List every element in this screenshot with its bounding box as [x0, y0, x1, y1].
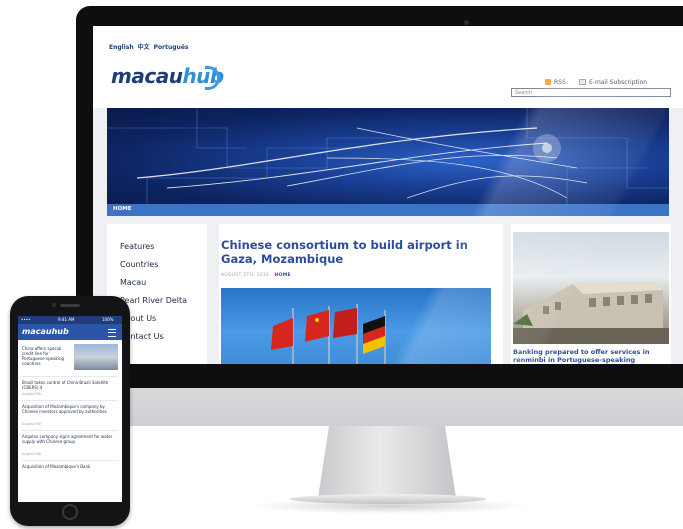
article-title[interactable]: Chinese consortium to build airport in G…: [221, 238, 503, 266]
article-category[interactable]: HOME: [275, 273, 291, 278]
lang-chinese[interactable]: 中文: [138, 44, 150, 51]
nav-home[interactable]: HOME: [113, 206, 132, 212]
imac-stand-base: [290, 494, 486, 504]
email-subscription-link[interactable]: E-mail Subscription: [579, 79, 647, 86]
home-button[interactable]: [62, 504, 78, 520]
phone-list-item[interactable]: Angolan company signs agreement for wate…: [22, 434, 118, 444]
phone-list-item[interactable]: Acquisition of Mozambique's company by C…: [22, 404, 118, 414]
imac-screen: English 中文 Português macauhub RSS E-mail S…: [93, 26, 683, 364]
iphone: •••• 9:41 AM 100% macauhub China offers …: [10, 296, 130, 526]
phone-feature-image: [74, 344, 118, 370]
divider: [22, 376, 118, 377]
divider: [22, 460, 118, 461]
phone-list-date: August 5th: [22, 422, 42, 426]
sidebar-item-pearl-river-delta[interactable]: Pearl River Delta: [120, 296, 187, 305]
imac-stand: [318, 426, 456, 498]
language-bar: English 中文 Português: [109, 42, 192, 51]
menu-icon[interactable]: [108, 329, 116, 337]
phone-feature-title: China offers special credit line for Por…: [22, 346, 65, 366]
status-time: 9:41 AM: [58, 317, 75, 322]
phone-camera: [52, 303, 56, 307]
divider: [22, 430, 118, 431]
phone-list-item[interactable]: Brazil takes control of China-Brazil Sat…: [22, 380, 118, 390]
phone-list-item[interactable]: Acquisition of Mozambique's Bank: [22, 464, 118, 469]
sidebar-item-macau[interactable]: Macau: [120, 278, 146, 287]
main-nav: HOME: [107, 204, 669, 216]
network-lights-graphic: [107, 108, 669, 204]
lang-portuguese[interactable]: Português: [154, 44, 189, 51]
phone-list-date: August 5th: [22, 452, 42, 456]
imac-camera: [464, 20, 469, 25]
article-photo: [221, 288, 491, 364]
side-news-caption[interactable]: Banking prepared to offer services in re…: [513, 348, 671, 364]
sidebar-item-features[interactable]: Features: [120, 242, 154, 251]
phone-header: macauhub: [18, 324, 122, 340]
sidebar-item-countries[interactable]: Countries: [120, 260, 158, 269]
side-news: Banking prepared to offer services in re…: [511, 224, 671, 364]
status-carrier: ••••: [21, 317, 31, 322]
status-battery: 100%: [102, 317, 114, 322]
divider: [22, 400, 118, 401]
search-input[interactable]: Search: [511, 88, 671, 97]
phone-screen: •••• 9:41 AM 100% macauhub China offers …: [18, 316, 122, 502]
article-meta: AUGUST 5TH, 2016 HOME: [221, 273, 291, 278]
site-header: English 中文 Português macauhub RSS E-mail S…: [93, 26, 683, 108]
flags-photo-graphic: [271, 304, 386, 364]
phone-list-date: August 5th: [22, 392, 42, 396]
side-news-photo[interactable]: [513, 232, 669, 344]
phone-status-bar: •••• 9:41 AM 100%: [18, 316, 122, 324]
rss-link[interactable]: RSS: [545, 79, 566, 86]
article-date: AUGUST 5TH, 2016: [221, 273, 270, 278]
mail-icon: [579, 79, 586, 85]
phone-logo[interactable]: macauhub: [22, 327, 69, 336]
building-photo-graphic: [513, 282, 669, 344]
phone-feature-story[interactable]: China offers special credit line for Por…: [18, 344, 122, 372]
main-article: Chinese consortium to build airport in G…: [219, 224, 503, 364]
header-banner: [107, 108, 669, 204]
phone-speaker: [60, 304, 80, 307]
lang-english[interactable]: English: [109, 44, 134, 51]
rss-icon: [545, 79, 551, 85]
